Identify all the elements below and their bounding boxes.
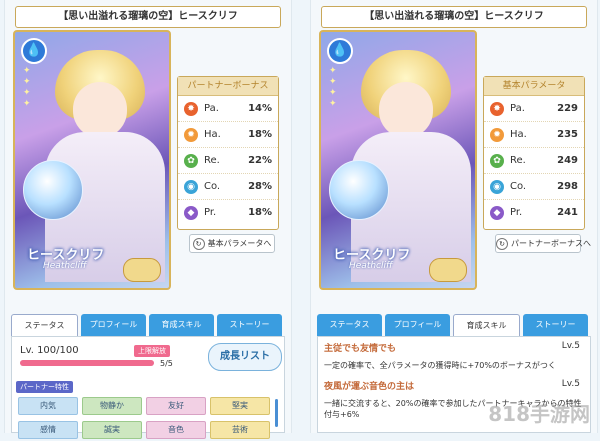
rarity-stars-icon: ✦ ✦ ✦ ✦ bbox=[23, 66, 31, 109]
skill-level: Lv.5 bbox=[561, 341, 580, 351]
stats-header: 基本パラメータ bbox=[484, 77, 584, 96]
traits-grid: 内気 物静か 友好 堅実感情 誠実 音色 芸術 bbox=[16, 393, 276, 441]
trait-chip[interactable]: 堅実 bbox=[210, 397, 270, 415]
level-progress-bar bbox=[20, 360, 154, 366]
pa-icon: ✸ bbox=[184, 101, 198, 116]
re-icon: ✿ bbox=[490, 153, 504, 168]
card-art: 💧 ✦ ✦ ✦ ✦ ヒースクリフ Heathcliff bbox=[319, 30, 477, 290]
stat-row-ha: ✹ Ha. 18% bbox=[178, 122, 278, 148]
stat-row-co: ◉ Co. 298 bbox=[484, 174, 584, 200]
tab-profile[interactable]: プロフィール bbox=[385, 314, 450, 336]
tab-training-skill[interactable]: 育成スキル bbox=[149, 314, 214, 336]
trait-chip[interactable]: 物静か bbox=[82, 397, 142, 415]
co-icon: ◉ bbox=[490, 179, 504, 194]
skill-level: Lv.5 bbox=[561, 379, 580, 389]
attribute-drop-icon: 💧 bbox=[327, 38, 353, 64]
tab-story[interactable]: ストーリー bbox=[217, 314, 282, 336]
stat-row-re: ✿ Re. 22% bbox=[178, 148, 278, 174]
trait-chip[interactable]: 感情 bbox=[18, 421, 78, 439]
limit-break-badge: 上限解放 bbox=[134, 345, 170, 357]
stat-row-pr: ◆ Pr. 18% bbox=[178, 200, 278, 225]
face bbox=[73, 82, 127, 138]
stat-row-co: ◉ Co. 28% bbox=[178, 174, 278, 200]
stat-row-re: ✿ Re. 249 bbox=[484, 148, 584, 174]
card-seal bbox=[123, 258, 161, 282]
switch-to-partner-bonus-button[interactable]: ↻ パートナーボーナスへ bbox=[495, 234, 591, 253]
refresh-icon: ↻ bbox=[496, 238, 508, 250]
pr-icon: ◆ bbox=[490, 205, 504, 220]
card-character-name-en: Heathcliff bbox=[43, 261, 87, 271]
skill-description: 一定の確率で、全パラメータの獲得時に+70%のボーナスがつく bbox=[324, 361, 556, 370]
ha-icon: ✹ bbox=[184, 127, 198, 142]
pa-icon: ✸ bbox=[490, 101, 504, 116]
refresh-icon: ↻ bbox=[192, 238, 205, 250]
tab-profile[interactable]: プロフィール bbox=[81, 314, 146, 336]
re-icon: ✿ bbox=[184, 153, 198, 168]
card-character-name-en: Heathcliff bbox=[349, 261, 393, 271]
left-panel: 【思い出溢れる瑠璃の空】ヒースクリフ 💧 ✦ ✦ ✦ ✦ ヒースクリフ Heathcl… bbox=[4, 0, 292, 439]
co-icon: ◉ bbox=[184, 179, 198, 194]
trait-chip[interactable]: 音色 bbox=[146, 421, 206, 439]
skill-name: 主従でも友情でも bbox=[324, 344, 397, 354]
base-params-box: 基本パラメータ ✸ Pa. 229 ✹ Ha. 235 ✿ Re. 249 ◉ … bbox=[483, 76, 585, 230]
stat-row-pa: ✸ Pa. 229 bbox=[484, 96, 584, 122]
card-art: 💧 ✦ ✦ ✦ ✦ ヒースクリフ Heathcliff bbox=[13, 30, 171, 290]
tab-story[interactable]: ストーリー bbox=[523, 314, 588, 336]
card-seal bbox=[429, 258, 467, 282]
pr-icon: ◆ bbox=[184, 205, 198, 220]
crystal-orb bbox=[23, 160, 83, 220]
tab-status[interactable]: ステータス bbox=[11, 314, 78, 336]
growth-list-button[interactable]: 成長リスト bbox=[208, 343, 282, 371]
level-progress-fill bbox=[20, 360, 154, 366]
stat-row-pr: ◆ Pr. 241 bbox=[484, 200, 584, 225]
switch-to-base-params-button[interactable]: ↻ 基本パラメータへ bbox=[189, 234, 275, 253]
face bbox=[379, 82, 433, 138]
card-title: 【思い出溢れる瑠璃の空】ヒースクリフ bbox=[15, 6, 281, 28]
partner-traits-label: パートナー特性 bbox=[16, 381, 73, 393]
skill-name: 夜風が運ぶ音色の主は bbox=[324, 382, 415, 392]
trait-chip[interactable]: 誠実 bbox=[82, 421, 142, 439]
trait-chip[interactable]: 芸術 bbox=[210, 421, 270, 439]
limit-break-count: 5/5 bbox=[160, 359, 173, 368]
skill-item: 主従でも友情でも Lv.5 一定の確率で、全パラメータの獲得時に+70%のボーナ… bbox=[324, 341, 584, 371]
level-text: Lv. 100/100 bbox=[20, 345, 79, 356]
partner-bonus-box: パートナーボーナス ✸ Pa. 14% ✹ Ha. 18% ✿ Re. 22% … bbox=[177, 76, 279, 230]
trait-chip[interactable]: 友好 bbox=[146, 397, 206, 415]
stats-header: パートナーボーナス bbox=[178, 77, 278, 96]
stat-row-ha: ✹ Ha. 235 bbox=[484, 122, 584, 148]
attribute-drop-icon: 💧 bbox=[21, 38, 47, 64]
rarity-stars-icon: ✦ ✦ ✦ ✦ bbox=[329, 66, 337, 109]
trait-chip[interactable]: 内気 bbox=[18, 397, 78, 415]
right-panel: 【思い出溢れる瑠璃の空】ヒースクリフ 💧 ✦ ✦ ✦ ✦ ヒースクリフ Heathcl… bbox=[310, 0, 598, 433]
tab-status[interactable]: ステータス bbox=[317, 314, 382, 336]
status-content: Lv. 100/100 上限解放 5/5 成長リスト パートナー特性 内気 物静か… bbox=[11, 336, 285, 439]
tab-bar: ステータス プロフィール 育成スキル ストーリー bbox=[11, 314, 285, 336]
crystal-orb bbox=[329, 160, 389, 220]
tab-bar: ステータス プロフィール 育成スキル ストーリー bbox=[317, 314, 591, 336]
ha-icon: ✹ bbox=[490, 127, 504, 142]
card-title: 【思い出溢れる瑠璃の空】ヒースクリフ bbox=[321, 6, 587, 28]
stat-row-pa: ✸ Pa. 14% bbox=[178, 96, 278, 122]
tab-training-skill[interactable]: 育成スキル bbox=[453, 314, 520, 336]
watermark: 818手游网 bbox=[488, 402, 590, 426]
scrollbar[interactable] bbox=[275, 399, 278, 427]
